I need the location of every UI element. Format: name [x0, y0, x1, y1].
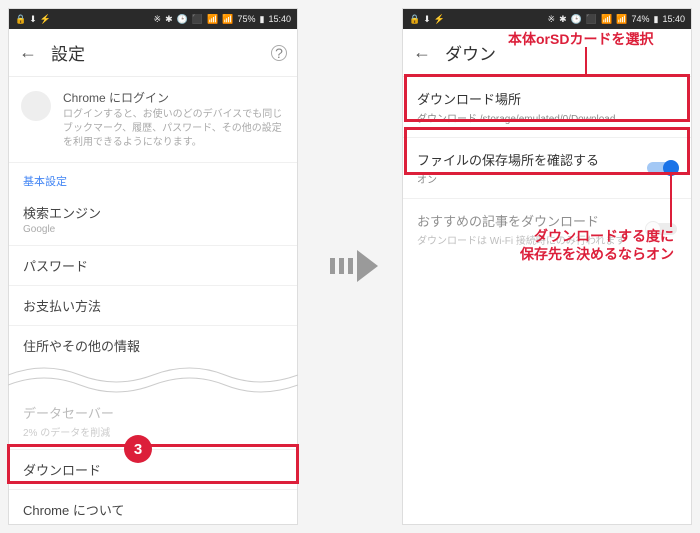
- toggle-ask-location[interactable]: [647, 162, 677, 174]
- clock-text: 15:40: [268, 14, 291, 24]
- back-icon[interactable]: ←: [413, 42, 431, 63]
- step-badge-3: 3: [124, 435, 152, 463]
- app-bar: ← 設定 ?: [9, 29, 297, 77]
- signin-desc: ログインすると、お使いのどのデバイスでも同じブックマーク、履歴、パスワード、その…: [63, 108, 283, 150]
- cut-line: [9, 365, 297, 393]
- page-title: 設定: [51, 40, 257, 65]
- status-bar: 🔒⬇⚡ ※✱🕒⬛📶📶 75% ▮ 15:40: [9, 9, 297, 29]
- row-about[interactable]: Chrome について: [9, 490, 297, 529]
- row-datasaver[interactable]: データセーバー 2% のデータを削減: [9, 393, 297, 450]
- annotation-side-line: [670, 175, 672, 227]
- help-icon[interactable]: ?: [271, 45, 287, 61]
- row-download[interactable]: ダウンロード: [9, 450, 297, 490]
- back-icon[interactable]: ←: [19, 42, 37, 63]
- annotation-side: ダウンロードする度に 保存先を決めるならオン: [520, 227, 674, 263]
- section-basic: 基本設定: [9, 163, 297, 193]
- status-bar: 🔒⬇⚡ ※✱🕒⬛📶📶 74% ▮ 15:40: [403, 9, 691, 29]
- row-ask-location[interactable]: ファイルの保存場所を確認する オン: [403, 138, 691, 199]
- row-download-location[interactable]: ダウンロード場所 ダウンロード /storage/emulated/0/Down…: [403, 77, 691, 138]
- clock-text: 15:40: [662, 14, 685, 24]
- battery-text: 74%: [632, 14, 650, 24]
- transition-arrow-icon: [330, 246, 380, 291]
- row-address[interactable]: 住所やその他の情報: [9, 326, 297, 365]
- signin-row[interactable]: Chrome にログイン ログインすると、お使いのどのデバイスでも同じブックマー…: [9, 77, 297, 163]
- avatar-icon: [21, 91, 51, 121]
- phone-right-download: 🔒⬇⚡ ※✱🕒⬛📶📶 74% ▮ 15:40 ← ダウン ダウンロード場所 ダウ…: [402, 8, 692, 525]
- phone-left-settings: 🔒⬇⚡ ※✱🕒⬛📶📶 75% ▮ 15:40 ← 設定 ? Chrome にログ…: [8, 8, 298, 525]
- row-password[interactable]: パスワード: [9, 246, 297, 286]
- row-search-engine[interactable]: 検索エンジン Google: [9, 193, 297, 246]
- annotation-top: 本体orSDカードを選択: [508, 30, 653, 48]
- row-payment[interactable]: お支払い方法: [9, 286, 297, 326]
- signin-title: Chrome にログイン: [63, 89, 283, 106]
- annotation-top-line: [585, 47, 587, 76]
- battery-text: 75%: [238, 14, 256, 24]
